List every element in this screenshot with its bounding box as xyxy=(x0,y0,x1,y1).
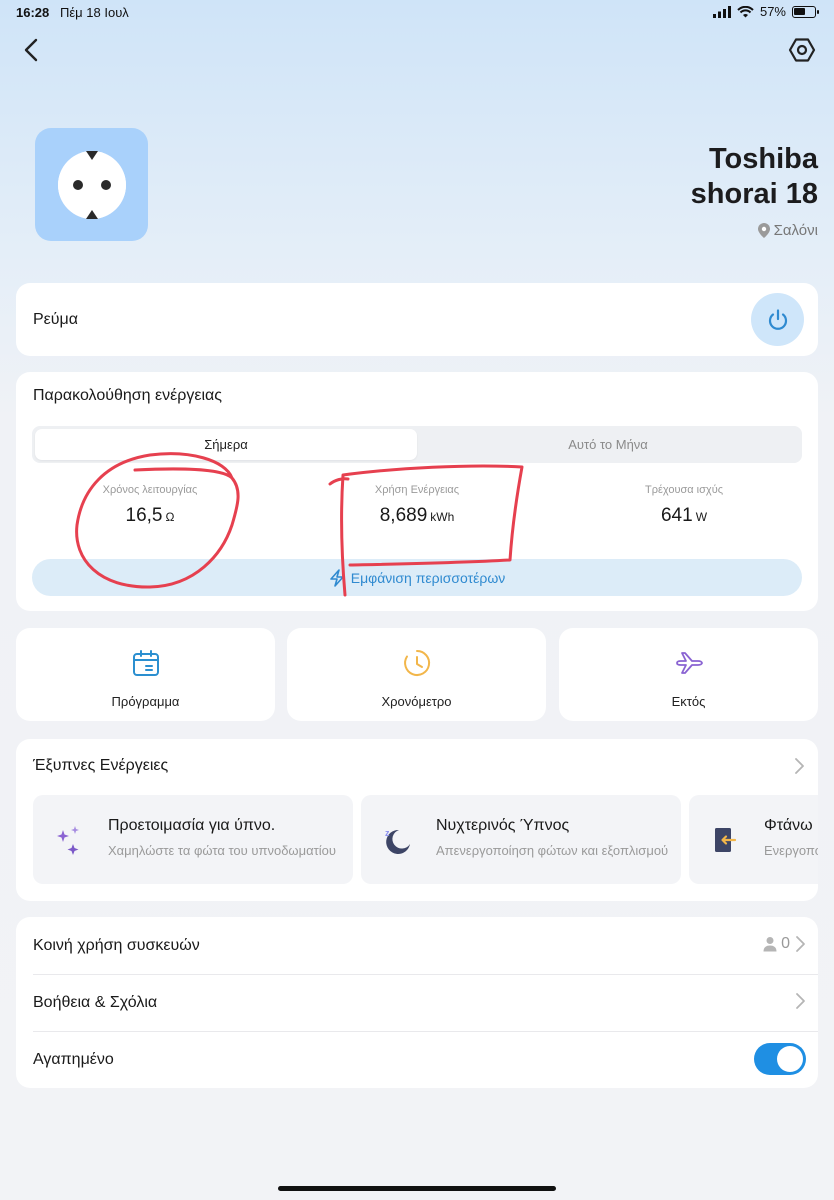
battery-icon xyxy=(792,5,819,18)
status-indicators: 57% xyxy=(712,4,819,19)
hexagon-settings-icon xyxy=(788,38,816,62)
power-toggle-button[interactable] xyxy=(751,293,804,346)
show-more-label: Εμφάνιση περισσοτέρων xyxy=(350,569,506,586)
share-count: 0 xyxy=(781,935,790,952)
shortcut-label: Χρονόμετρο xyxy=(381,694,452,709)
chevron-right-icon xyxy=(796,936,805,952)
shortcut-label: Εκτός xyxy=(671,694,706,709)
battery-fill xyxy=(794,7,805,15)
power-socket-icon xyxy=(58,151,126,219)
row-label: Βοήθεια & Σχόλια xyxy=(33,994,158,1011)
stat-current-power: Τρέχουσα ισχύς 641 W xyxy=(584,484,784,527)
lightning-icon xyxy=(329,568,344,587)
door-arrive-icon xyxy=(715,828,737,852)
scene-card-night-sleep[interactable]: z Νυχτερινός Ύπνος Απενεργοποίηση φώτων … xyxy=(361,795,681,884)
settings-list-card: Κοινή χρήση συσκευών 0 Βοήθεια & Σχόλια … xyxy=(16,917,818,1088)
tab-today[interactable]: Σήμερα xyxy=(35,429,417,460)
chevron-right-icon xyxy=(796,993,805,1009)
location-label: Σαλόνι xyxy=(773,222,818,239)
stat-number: 16,5 xyxy=(125,505,163,526)
battery-percent: 57% xyxy=(759,4,786,19)
favorite-toggle[interactable] xyxy=(754,1043,806,1075)
scene-subtitle: Απενεργοποίηση φώτων και εξοπλισμού xyxy=(436,843,669,858)
signal-icon xyxy=(712,5,731,18)
shortcut-away[interactable]: Εκτός xyxy=(559,628,818,721)
settings-button[interactable] xyxy=(788,36,816,64)
stat-energy-usage: Χρήση Ενέργειας 8,689 kWh xyxy=(317,484,517,527)
scene-subtitle: Ενεργοποίηση xyxy=(764,843,818,858)
scene-title: Προετοιμασία για ύπνο. xyxy=(108,817,276,834)
stat-value: 8,689 kWh xyxy=(317,505,517,527)
row-label: Αγαπημένο xyxy=(33,1051,114,1068)
tab-this-month[interactable]: Αυτό το Μήνα xyxy=(417,429,799,460)
calendar-icon xyxy=(132,650,159,676)
list-item-device-sharing[interactable]: Κοινή χρήση συσκευών 0 xyxy=(16,917,818,974)
location-pin-icon xyxy=(757,223,770,238)
stat-unit: W xyxy=(695,510,708,524)
row-label: Κοινή χρήση συσκευών xyxy=(33,937,200,954)
shortcut-label: Πρόγραμμα xyxy=(111,694,180,709)
scene-title: Φτάνω xyxy=(764,817,813,834)
home-indicator[interactable] xyxy=(278,1186,556,1191)
smart-actions-card: Έξυπνες Ενέργειες Προετοιμασία για ύπνο.… xyxy=(16,739,818,901)
back-button[interactable] xyxy=(18,36,46,64)
status-date: Πέμ 18 Ιουλ xyxy=(60,5,129,20)
smart-actions-title: Έξυπνες Ενέργειες xyxy=(33,757,169,774)
show-more-button[interactable]: Εμφάνιση περισσοτέρων xyxy=(32,559,802,596)
clock-icon xyxy=(403,649,430,676)
scene-card-arrive[interactable]: Φτάνω Ενεργοποίηση xyxy=(689,795,818,884)
sparkles-icon xyxy=(57,826,79,855)
stat-unit: kWh xyxy=(430,510,455,524)
status-bar: 16:28 Πέμ 18 Ιουλ 57% xyxy=(0,0,834,26)
scene-subtitle: Χαμηλώστε τα φώτα του υπνοδωματίου xyxy=(108,843,336,858)
energy-title: Παρακολούθηση ενέργειας xyxy=(33,387,222,404)
row-trailing xyxy=(794,992,806,1010)
airplane-icon xyxy=(675,652,703,674)
stat-value: 641 W xyxy=(584,505,784,527)
person-icon xyxy=(763,937,777,952)
row-trailing: 0 xyxy=(763,935,806,953)
shortcut-schedule[interactable]: Πρόγραμμα xyxy=(16,628,275,721)
chevron-left-icon xyxy=(24,38,38,62)
power-card: Ρεύμα xyxy=(16,283,818,356)
shortcut-timer[interactable]: Χρονόμετρο xyxy=(287,628,546,721)
energy-monitoring-card: Παρακολούθηση ενέργειας Σήμερα Αυτό το Μ… xyxy=(16,372,818,611)
stat-label: Τρέχουσα ισχύς xyxy=(644,484,724,496)
stat-value: 16,5 Ω xyxy=(50,505,250,527)
device-name-text: Toshiba shorai 18 xyxy=(690,143,818,210)
period-segmented-control: Σήμερα Αυτό το Μήνα xyxy=(32,426,802,463)
moon-icon: z xyxy=(385,828,410,854)
wifi-icon xyxy=(737,5,754,17)
chevron-right-icon[interactable] xyxy=(792,757,806,775)
stat-label: Χρόνος λειτουργίας xyxy=(102,484,198,496)
power-label: Ρεύμα xyxy=(33,311,79,328)
stat-label: Χρήση Ενέργειας xyxy=(374,484,460,496)
toggle-knob xyxy=(777,1046,803,1072)
svg-text:z: z xyxy=(385,828,390,838)
status-time: 16:28 xyxy=(16,5,50,20)
stat-unit: Ω xyxy=(165,510,175,524)
list-item-help-feedback[interactable]: Βοήθεια & Σχόλια xyxy=(16,974,818,1031)
device-location: Σαλόνι xyxy=(757,222,818,239)
scene-title: Νυχτερινός Ύπνος xyxy=(436,817,570,834)
list-item-favorite: Αγαπημένο xyxy=(16,1031,818,1088)
stat-number: 8,689 xyxy=(379,505,428,526)
device-icon xyxy=(35,128,148,241)
device-name: Toshiba shorai 18 xyxy=(658,142,818,212)
stat-number: 641 xyxy=(660,505,693,526)
scene-card-sleep-prep[interactable]: Προετοιμασία για ύπνο. Χαμηλώστε τα φώτα… xyxy=(33,795,353,884)
stat-runtime: Χρόνος λειτουργίας 16,5 Ω xyxy=(50,484,250,527)
power-icon xyxy=(768,308,787,330)
